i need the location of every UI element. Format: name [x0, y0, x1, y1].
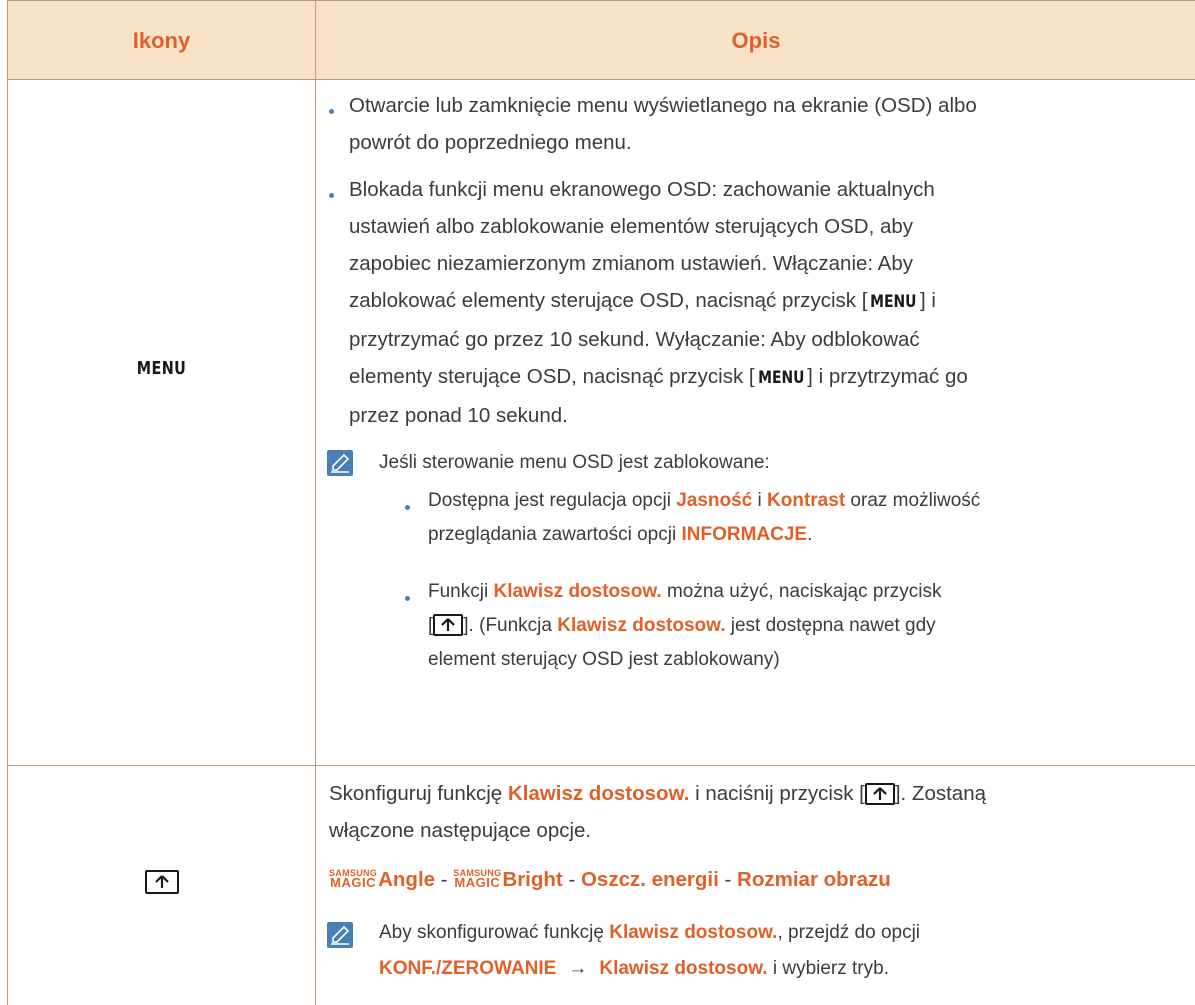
row-divider — [8, 765, 1195, 766]
text-line: KONF./ZEROWANIE → Klawisz dostosow. i wybi… — [379, 952, 1194, 986]
text-line: element sterujący OSD jest zablokowany) — [428, 649, 780, 670]
highlight-klawisz: Klawisz dostosow. — [599, 958, 768, 979]
header-icons: Ikony — [132, 28, 191, 53]
bullet-1-text: Otwarcie lub zamknięcie menu wyświetlane… — [349, 87, 1189, 161]
text-segment: Aby skonfigurować funkcję — [379, 922, 610, 943]
manual-page: Ikony Opis MENU Otwarcie lub zamknięcie … — [0, 0, 1195, 1005]
magic-bottom: MAGIC — [330, 875, 376, 890]
text-line: Skonfiguruj funkcję Klawisz dostosow. i … — [329, 775, 1189, 812]
highlight-jasnosc: Jasność — [676, 490, 753, 511]
row2-note: Aby skonfigurować funkcję Klawisz dostos… — [379, 916, 1194, 986]
sub-bullet-2-text: Funkcji Klawisz dostosow. można użyć, na… — [428, 575, 1195, 677]
text-line: włączone następujące opcje. — [329, 819, 592, 842]
text-segment: oraz możliwość — [845, 490, 981, 511]
highlight-konf-zerowanie: KONF./ZEROWANIE — [379, 958, 557, 979]
highlight-klawisz: Klawisz dostosow. — [493, 581, 662, 602]
note-icon — [327, 450, 353, 476]
text-line: ustawień albo zablokowanie elementów ste… — [349, 215, 914, 238]
note-icon — [327, 922, 353, 948]
note-intro: Jeśli sterowanie menu OSD jest zablokowa… — [379, 452, 770, 473]
row2-icon-cell — [8, 870, 315, 894]
text-line: elementy sterujące OSD, nacisnąć przycis… — [349, 358, 1189, 397]
text-segment: ] i przytrzymać go — [807, 365, 968, 388]
text-line: powrót do poprzedniego menu. — [349, 131, 632, 154]
text-segment: przeglądania zawartości opcji — [428, 524, 682, 545]
arrow-icon: → — [568, 958, 588, 979]
separator: - — [435, 868, 454, 891]
bullet-2-text: Blokada funkcji menu ekranowego OSD: zac… — [349, 171, 1189, 434]
row2-description: Skonfiguruj funkcję Klawisz dostosow. i … — [329, 775, 1189, 849]
text-line: zablokować elementy sterujące OSD, nacis… — [349, 282, 1189, 321]
text-segment: . — [807, 524, 813, 545]
text-segment: ]. (Funkcja — [463, 615, 558, 636]
menu-button-label: MENU — [136, 358, 187, 379]
text-line: Dostępna jest regulacja opcji Jasność i … — [428, 484, 1195, 518]
highlight-klawisz: Klawisz dostosow. — [507, 782, 690, 805]
separator: - — [562, 868, 581, 891]
highlight-kontrast: Kontrast — [767, 490, 846, 511]
custom-key-icon — [864, 783, 895, 805]
sub-bullet-2 — [405, 596, 410, 601]
bullet-2 — [329, 193, 334, 198]
text-line: []. (Funkcja Klawisz dostosow. jest dost… — [428, 609, 1195, 643]
text-segment: i naciśnij przycisk [ — [689, 782, 865, 805]
options-line: SAMSUNG MAGIC Angle - SAMSUNG MAGIC Bright -… — [329, 861, 1189, 898]
bullet-1 — [329, 109, 334, 114]
text-line: Otwarcie lub zamknięcie menu wyświetlane… — [349, 94, 977, 117]
option-rozmiar-obrazu: Rozmiar obrazu — [737, 868, 891, 891]
column-divider — [315, 0, 316, 1005]
samsung-magic-logo: SAMSUNG MAGIC — [329, 868, 377, 890]
magic-bottom: MAGIC — [454, 875, 501, 890]
text-segment: zablokować elementy sterujące OSD, nacis… — [349, 289, 868, 312]
text-line: Funkcji Klawisz dostosow. można użyć, na… — [428, 575, 1195, 609]
highlight-klawisz: Klawisz dostosow. — [609, 922, 778, 943]
sub-bullet-1 — [405, 505, 410, 510]
menu-key-label: MENU — [870, 292, 917, 312]
custom-key-icon — [144, 870, 179, 894]
text-segment: i wybierz tryb. — [767, 958, 889, 979]
text-segment: Funkcji — [428, 581, 494, 602]
text-segment: elementy sterujące OSD, nacisnąć przycis… — [349, 365, 755, 388]
text-segment: ] i — [919, 289, 936, 312]
option-angle: Angle — [378, 868, 436, 891]
text-segment: można użyć, naciskając przycisk — [661, 581, 942, 602]
text-line: zapobiec niezamierzonym zmianom ustawień… — [349, 252, 914, 275]
icons-table: Ikony Opis MENU Otwarcie lub zamknięcie … — [7, 0, 1195, 1005]
highlight-klawisz: Klawisz dostosow. — [557, 615, 726, 636]
text-segment: i — [752, 490, 768, 511]
option-oszcz-energii: Oszcz. energii — [580, 868, 719, 891]
menu-key-label: MENU — [757, 368, 805, 388]
text-line: przytrzymać go przez 10 sekund. Wyłączan… — [349, 328, 920, 351]
text-segment: ]. Zostaną — [894, 782, 987, 805]
header-description: Opis — [731, 28, 781, 53]
text-line: przeglądania zawartości opcji INFORMACJE… — [428, 518, 1195, 552]
samsung-magic-logo: SAMSUNG MAGIC — [453, 868, 501, 890]
table-header: Ikony Opis — [8, 0, 1195, 80]
text-segment: Dostępna jest regulacja opcji — [428, 490, 677, 511]
sub-bullet-1-text: Dostępna jest regulacja opcji Jasność i … — [428, 484, 1195, 552]
text-segment: Skonfiguruj funkcję — [329, 782, 508, 805]
text-segment: jest dostępna nawet gdy — [725, 615, 936, 636]
highlight-informacje: INFORMACJE — [681, 524, 808, 545]
text-line: przez ponad 10 sekund. — [349, 404, 568, 427]
text-line: Blokada funkcji menu ekranowego OSD: zac… — [349, 178, 935, 201]
text-line: Aby skonfigurować funkcję Klawisz dostos… — [379, 916, 1194, 950]
separator: - — [718, 868, 738, 891]
custom-key-icon — [433, 614, 464, 636]
option-bright: Bright — [502, 868, 563, 891]
text-segment: , przejdź do opcji — [777, 922, 921, 943]
